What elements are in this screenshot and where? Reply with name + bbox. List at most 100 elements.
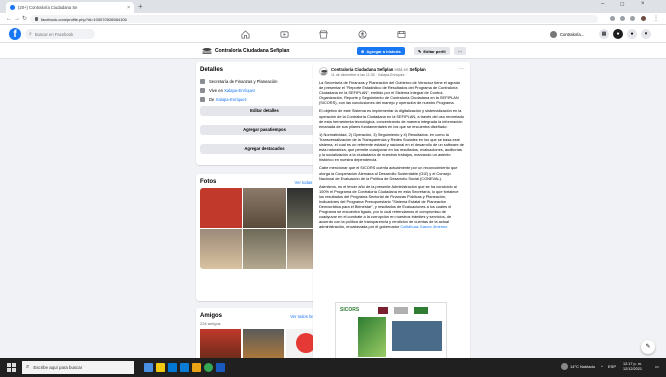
notification-center-icon[interactable]: ▭	[655, 364, 659, 369]
image-seal	[378, 307, 388, 314]
close-window-button[interactable]: ×	[641, 1, 645, 7]
tab-close-icon[interactable]: ×	[127, 5, 130, 11]
facebook-logo[interactable]: f	[9, 28, 21, 40]
new-tab-button[interactable]: +	[138, 2, 143, 11]
detail-from-link[interactable]: Xalapa-Enríquez	[216, 97, 247, 102]
post-image[interactable]: SICORS	[335, 302, 447, 360]
photo-grid	[200, 188, 329, 269]
browser-tab[interactable]: (20+) Contraloría Ciudadana Se ×	[6, 2, 134, 13]
forward-arrow-icon[interactable]: →	[14, 15, 20, 23]
add-featured-button[interactable]: Agregar destacados	[200, 144, 329, 154]
facebook-search[interactable]: ⌕	[25, 29, 95, 39]
photo-thumbnail[interactable]	[200, 229, 243, 269]
post-mention-link[interactable]: Cuitláhuac García Jiménez.	[400, 224, 448, 229]
post-meta[interactable]: 11 de diciembre a las 11:35 · Xalapa-Enr…	[331, 73, 426, 77]
weather-text: 14°C Nublado	[570, 364, 595, 369]
post-paragraph: El objetivo de este Sistema es implement…	[319, 108, 464, 129]
page-avatar[interactable]	[202, 47, 212, 55]
nav-groups[interactable]	[342, 27, 382, 41]
detail-from-text: De Xalapa-Enríquez	[209, 97, 247, 102]
back-arrow-icon[interactable]: ←	[6, 15, 12, 23]
browser-tabstrip: (20+) Contraloría Ciudadana Se × + – ☐ ×	[0, 0, 666, 13]
taskbar-search-placeholder: Escribe aquí para buscar	[33, 365, 83, 370]
profile-chip[interactable]: Contraloría...	[547, 29, 587, 39]
detail-row-lives: Vive en Xalapa-Enríquez	[200, 88, 329, 93]
home-icon	[200, 88, 205, 93]
post-paragraph: 1) Normatividad, 2) Operación, 3) Seguim…	[319, 131, 464, 163]
more-options-button[interactable]: ···	[454, 47, 466, 55]
detail-lives-text: Vive en Xalapa-Enríquez	[209, 88, 256, 93]
chrome-icon[interactable]	[204, 363, 213, 372]
briefcase-icon	[200, 79, 205, 84]
new-message-icon[interactable]: ✎	[641, 340, 655, 354]
nav-watch[interactable]	[264, 27, 304, 41]
file-explorer-icon[interactable]	[156, 363, 165, 372]
extension-icon[interactable]	[610, 16, 615, 21]
notifications-bell-icon[interactable]: ●	[627, 29, 637, 39]
menu-grid-icon[interactable]: ▦	[599, 29, 609, 39]
tray-chevron-icon[interactable]: ^	[601, 364, 603, 369]
post-header: Contraloría Ciudadana Sefiplan está en S…	[319, 67, 464, 77]
clock-date: 12/12/2021	[623, 367, 643, 371]
weather-widget[interactable]: 14°C Nublado	[561, 363, 595, 370]
nav-home[interactable]	[225, 27, 265, 41]
edit-profile-label: Editar perfil	[423, 48, 446, 54]
facebook-search-input[interactable]	[34, 31, 90, 37]
detail-work-text: Secretaría de Finanzas y Planeación	[209, 79, 278, 84]
post-paragraph: Cabe mencionar que el SICORS cuenta actu…	[319, 165, 458, 181]
language-indicator[interactable]: ESP	[608, 364, 616, 369]
post-card: Contraloría Ciudadana Sefiplan está en S…	[313, 62, 470, 360]
photo-thumbnail[interactable]	[200, 188, 243, 228]
facebook-favicon-icon	[10, 5, 15, 10]
post-author: Contraloría Ciudadana Sefiplan está en S…	[331, 67, 426, 72]
photos-title: Fotos	[200, 179, 217, 185]
post-options-icon[interactable]: ···	[458, 66, 464, 72]
task-view-icon[interactable]	[144, 363, 153, 372]
video-icon	[279, 30, 289, 38]
cloud-icon	[561, 363, 568, 370]
account-chevron-down-icon[interactable]: ▾	[641, 29, 651, 39]
photo-thumbnail[interactable]	[243, 188, 286, 228]
windows-start-icon[interactable]	[7, 363, 16, 372]
taskbar-search[interactable]: ⌕ Escribe aquí para buscar	[22, 361, 134, 374]
profile-avatar-icon[interactable]	[641, 16, 646, 21]
edit-details-button[interactable]: Editar detalles	[200, 106, 329, 116]
puzzle-icon[interactable]	[630, 16, 635, 21]
address-bar[interactable]: facebook.com/profile.php?id=100070526584…	[30, 15, 598, 23]
add-hobbies-button[interactable]: Agregar pasatiempos	[200, 125, 329, 135]
friend-thumbnail[interactable]	[200, 329, 241, 360]
photo-thumbnail[interactable]	[243, 229, 286, 269]
word-icon[interactable]	[216, 363, 225, 372]
plus-circle-icon: ⊕	[361, 48, 365, 54]
search-icon: ⌕	[26, 364, 30, 370]
taskbar-clock[interactable]: 12:17 p. m. 12/12/2021	[623, 362, 642, 372]
add-to-story-button[interactable]: ⊕ Agregar a historia	[357, 47, 405, 55]
page-name[interactable]: Contraloría Ciudadana Sefiplan	[215, 48, 289, 54]
detail-row-from: De Xalapa-Enríquez	[200, 97, 329, 102]
mail-icon[interactable]	[168, 363, 177, 372]
maximize-window-button[interactable]: ☐	[620, 2, 624, 8]
edit-profile-button[interactable]: ✎ Editar perfil	[414, 47, 450, 55]
edge-icon[interactable]	[180, 363, 189, 372]
pencil-icon: ✎	[418, 48, 422, 54]
image-chart	[392, 321, 442, 351]
post-author-name[interactable]: Contraloría Ciudadana Sefiplan	[331, 67, 393, 72]
reload-icon[interactable]: ↻	[22, 15, 27, 23]
star-icon[interactable]	[620, 16, 625, 21]
post-paragraph: La Secretaría de Finanzas y Planeación d…	[319, 80, 461, 106]
post-location[interactable]: Sefiplan	[409, 67, 425, 72]
tab-title: (20+) Contraloría Ciudadana Se	[18, 5, 78, 10]
store-icon[interactable]	[192, 363, 201, 372]
post-paragraph: Asimismo, es el tercer año de la present…	[319, 183, 459, 230]
messenger-icon[interactable]: ●	[613, 29, 623, 39]
avatar	[550, 30, 557, 38]
nav-marketplace[interactable]	[303, 27, 343, 41]
minimize-window-button[interactable]: –	[601, 1, 604, 7]
nav-gaming[interactable]	[381, 27, 421, 41]
friend-thumbnail[interactable]	[243, 329, 284, 360]
detail-lives-link[interactable]: Xalapa-Enríquez	[224, 88, 255, 93]
post-author-avatar[interactable]	[319, 67, 328, 76]
detail-row-work: Secretaría de Finanzas y Planeación	[200, 79, 329, 84]
gaming-icon	[396, 30, 406, 38]
chrome-menu-icon[interactable]: ⋮	[653, 15, 659, 23]
